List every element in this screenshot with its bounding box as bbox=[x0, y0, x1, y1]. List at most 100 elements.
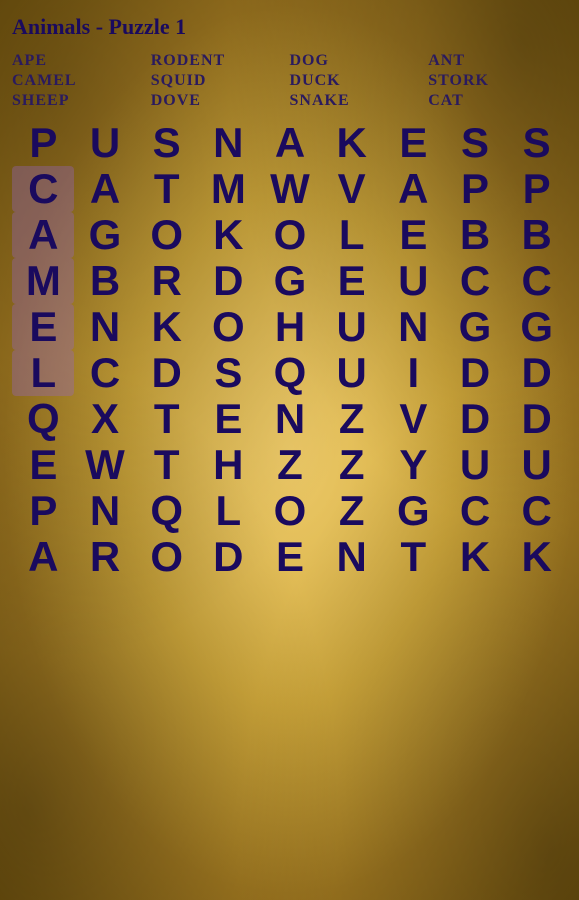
grid-cell[interactable]: A bbox=[259, 120, 321, 166]
grid-cell[interactable]: E bbox=[382, 120, 444, 166]
grid-cell[interactable]: R bbox=[74, 534, 136, 580]
grid-cell[interactable]: T bbox=[382, 534, 444, 580]
grid-cell[interactable]: K bbox=[320, 120, 382, 166]
grid-cell[interactable]: X bbox=[74, 396, 136, 442]
grid-cell[interactable]: A bbox=[12, 534, 74, 580]
grid-cell[interactable]: D bbox=[135, 350, 197, 396]
grid-cell[interactable]: Q bbox=[259, 350, 321, 396]
grid-cell[interactable]: T bbox=[135, 442, 197, 488]
grid-cell[interactable]: S bbox=[135, 120, 197, 166]
grid-cell[interactable]: E bbox=[382, 212, 444, 258]
grid-cell[interactable]: G bbox=[74, 212, 136, 258]
grid-cell[interactable]: G bbox=[382, 488, 444, 534]
word-item: DOVE bbox=[151, 92, 290, 110]
grid-cell[interactable]: B bbox=[74, 258, 136, 304]
grid-cell[interactable]: A bbox=[74, 166, 136, 212]
grid-cell[interactable]: B bbox=[444, 212, 506, 258]
grid-cell[interactable]: K bbox=[135, 304, 197, 350]
grid-cell[interactable]: U bbox=[505, 442, 567, 488]
grid-cell[interactable]: Y bbox=[382, 442, 444, 488]
grid-cell[interactable]: E bbox=[12, 304, 74, 350]
grid-cell[interactable]: G bbox=[444, 304, 506, 350]
grid-cell[interactable]: A bbox=[382, 166, 444, 212]
grid-cell[interactable]: E bbox=[320, 258, 382, 304]
grid-cell[interactable]: Q bbox=[12, 396, 74, 442]
grid-cell[interactable]: M bbox=[197, 166, 259, 212]
grid-cell[interactable]: W bbox=[74, 442, 136, 488]
grid-cell[interactable]: O bbox=[135, 212, 197, 258]
grid-cell[interactable]: O bbox=[135, 534, 197, 580]
grid-cell[interactable]: P bbox=[12, 120, 74, 166]
grid-cell[interactable]: I bbox=[382, 350, 444, 396]
grid-cell[interactable]: C bbox=[444, 488, 506, 534]
grid-cell[interactable]: B bbox=[505, 212, 567, 258]
grid-cell[interactable]: N bbox=[382, 304, 444, 350]
grid-cell[interactable]: R bbox=[135, 258, 197, 304]
word-item: DUCK bbox=[290, 72, 429, 90]
grid-cell[interactable]: C bbox=[12, 166, 74, 212]
grid-cell[interactable]: C bbox=[444, 258, 506, 304]
grid-cell[interactable]: O bbox=[197, 304, 259, 350]
grid-cell[interactable]: D bbox=[505, 396, 567, 442]
grid-cell[interactable]: P bbox=[505, 166, 567, 212]
grid-cell[interactable]: K bbox=[505, 534, 567, 580]
grid-cell[interactable]: Z bbox=[320, 396, 382, 442]
grid-row: PUSNAKESS bbox=[12, 120, 567, 166]
grid-cell[interactable]: Z bbox=[320, 488, 382, 534]
grid-cell[interactable]: V bbox=[320, 166, 382, 212]
grid-cell[interactable]: Z bbox=[320, 442, 382, 488]
grid-cell[interactable]: G bbox=[259, 258, 321, 304]
grid-cell[interactable]: U bbox=[382, 258, 444, 304]
grid-cell[interactable]: U bbox=[444, 442, 506, 488]
grid-cell[interactable]: E bbox=[12, 442, 74, 488]
grid-cell[interactable]: O bbox=[259, 488, 321, 534]
word-list: APERODENTDOGANTCAMELSQUIDDUCKSTORKSHEEPD… bbox=[12, 52, 567, 110]
grid-cell[interactable]: K bbox=[444, 534, 506, 580]
grid-row: PNQLOZGCC bbox=[12, 488, 567, 534]
grid-cell[interactable]: Q bbox=[135, 488, 197, 534]
grid-cell[interactable]: U bbox=[320, 304, 382, 350]
grid-cell[interactable]: D bbox=[197, 258, 259, 304]
grid-cell[interactable]: O bbox=[259, 212, 321, 258]
grid-cell[interactable]: M bbox=[12, 258, 74, 304]
grid-row: LCDSQUIDD bbox=[12, 350, 567, 396]
grid-cell[interactable]: N bbox=[320, 534, 382, 580]
grid-cell[interactable]: C bbox=[505, 488, 567, 534]
grid-cell[interactable]: W bbox=[259, 166, 321, 212]
grid-cell[interactable]: E bbox=[259, 534, 321, 580]
grid-cell[interactable]: N bbox=[74, 488, 136, 534]
grid-cell[interactable]: D bbox=[505, 350, 567, 396]
grid-cell[interactable]: D bbox=[444, 396, 506, 442]
grid-cell[interactable]: S bbox=[505, 120, 567, 166]
word-item: DOG bbox=[290, 52, 429, 70]
grid-cell[interactable]: E bbox=[197, 396, 259, 442]
grid-cell[interactable]: P bbox=[444, 166, 506, 212]
puzzle-grid[interactable]: PUSNAKESSCATMWVAPPAGOKOLEBBMBRDGEUCCENKO… bbox=[12, 120, 567, 580]
grid-cell[interactable]: S bbox=[444, 120, 506, 166]
main-content: Animals - Puzzle 1 APERODENTDOGANTCAMELS… bbox=[0, 0, 579, 590]
grid-cell[interactable]: U bbox=[74, 120, 136, 166]
grid-cell[interactable]: C bbox=[505, 258, 567, 304]
grid-cell[interactable]: H bbox=[197, 442, 259, 488]
grid-cell[interactable]: C bbox=[74, 350, 136, 396]
grid-cell[interactable]: T bbox=[135, 166, 197, 212]
grid-cell[interactable]: A bbox=[12, 212, 74, 258]
grid-cell[interactable]: H bbox=[259, 304, 321, 350]
grid-cell[interactable]: V bbox=[382, 396, 444, 442]
grid-cell[interactable]: D bbox=[444, 350, 506, 396]
grid-cell[interactable]: S bbox=[197, 350, 259, 396]
grid-cell[interactable]: P bbox=[12, 488, 74, 534]
grid-cell[interactable]: L bbox=[12, 350, 74, 396]
grid-cell[interactable]: L bbox=[320, 212, 382, 258]
grid-cell[interactable]: G bbox=[505, 304, 567, 350]
grid-cell[interactable]: D bbox=[197, 534, 259, 580]
grid-cell[interactable]: Z bbox=[259, 442, 321, 488]
grid-cell[interactable]: T bbox=[135, 396, 197, 442]
grid-cell[interactable]: U bbox=[320, 350, 382, 396]
grid-cell[interactable]: L bbox=[197, 488, 259, 534]
grid-cell[interactable]: N bbox=[197, 120, 259, 166]
grid-cell[interactable]: N bbox=[259, 396, 321, 442]
grid-cell[interactable]: K bbox=[197, 212, 259, 258]
grid-cell[interactable]: N bbox=[74, 304, 136, 350]
word-item: SHEEP bbox=[12, 92, 151, 110]
